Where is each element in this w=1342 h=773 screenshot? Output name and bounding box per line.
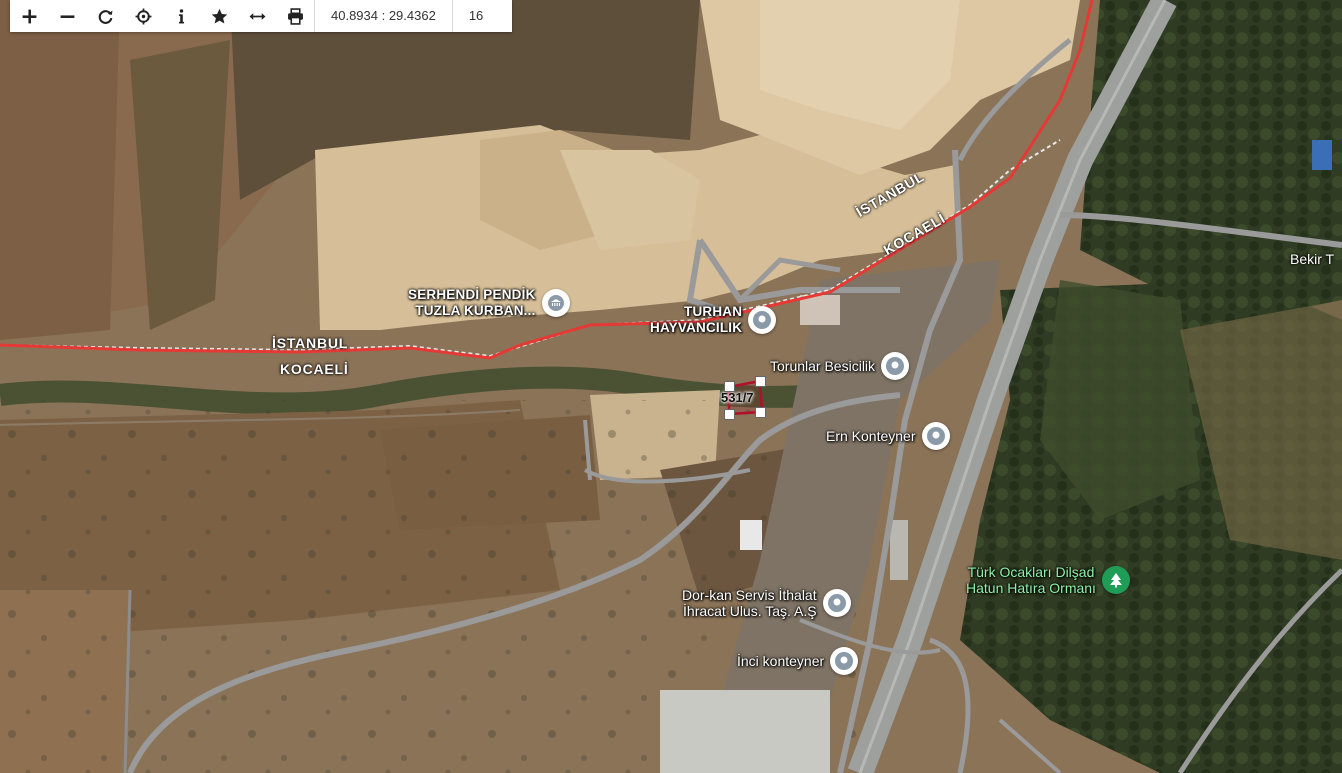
locate-icon bbox=[135, 8, 151, 24]
parcel-label: 531/7 bbox=[721, 390, 754, 405]
zoom-level-readout: 16 bbox=[468, 8, 484, 23]
poi-ern-konteyner[interactable]: Ern Konteyner bbox=[826, 422, 950, 450]
poi-dorkan[interactable]: Dor-kan Servis İthalat İhracat Ulus. Taş… bbox=[682, 587, 851, 619]
coordinate-readout: 40.8934 : 29.4362 bbox=[331, 8, 436, 23]
info-button[interactable] bbox=[162, 0, 200, 32]
boundary-label-kocaeli-lower: KOCAELİ bbox=[280, 361, 349, 377]
zoom-in-icon bbox=[22, 9, 36, 23]
print-button[interactable] bbox=[276, 0, 314, 32]
poi-label: Ern Konteyner bbox=[826, 428, 916, 444]
poi-label: TURHAN HAYVANCILIK bbox=[650, 304, 743, 335]
locate-button[interactable] bbox=[124, 0, 162, 32]
measure-icon bbox=[249, 12, 265, 20]
boundary-label-istanbul-lower: İSTANBUL bbox=[272, 335, 349, 351]
print-icon bbox=[287, 7, 303, 25]
poi-serhendi[interactable]: SERHENDİ PENDİK TUZLA KURBAN... bbox=[408, 287, 570, 319]
poi-torunlar[interactable]: Torunlar Besicilik bbox=[770, 352, 910, 380]
parcel-handle-bottom-right[interactable] bbox=[755, 407, 766, 418]
info-icon bbox=[178, 8, 184, 23]
satellite-map[interactable] bbox=[0, 0, 1342, 773]
zoom-in-button[interactable] bbox=[10, 0, 48, 32]
institution-icon bbox=[541, 289, 570, 317]
poi-inci-konteyner[interactable]: İnci konteyner bbox=[737, 647, 859, 675]
parcel-handle-top-right[interactable] bbox=[755, 376, 766, 387]
map-toolbar: 40.8934 : 29.4362 16 bbox=[10, 0, 512, 32]
poi-label: SERHENDİ PENDİK TUZLA KURBAN... bbox=[408, 287, 536, 318]
poi-label: İnci konteyner bbox=[737, 653, 825, 669]
location-pin-icon bbox=[830, 647, 859, 675]
road-label: Bekir T bbox=[1290, 251, 1335, 267]
refresh-button[interactable] bbox=[86, 0, 124, 32]
poi-label: Türk Ocakları Dilşad Hatun Hatıra Ormanı bbox=[966, 564, 1096, 596]
location-pin-icon bbox=[748, 306, 777, 334]
zoom-out-icon bbox=[60, 14, 74, 18]
zoom-out-button[interactable] bbox=[48, 0, 86, 32]
star-icon bbox=[211, 8, 227, 24]
poi-label: Dor-kan Servis İthalat İhracat Ulus. Taş… bbox=[682, 587, 817, 619]
location-pin-icon bbox=[921, 422, 950, 450]
parcel-handle-top-left[interactable] bbox=[724, 381, 735, 392]
favorite-button[interactable] bbox=[200, 0, 238, 32]
tree-icon bbox=[1101, 566, 1130, 594]
refresh-icon bbox=[98, 9, 112, 24]
location-pin-icon bbox=[822, 589, 851, 617]
parcel-handle-bottom-left[interactable] bbox=[724, 409, 735, 420]
location-pin-icon bbox=[881, 352, 910, 380]
measure-button[interactable] bbox=[238, 0, 276, 32]
poi-turhan[interactable]: TURHAN HAYVANCILIK bbox=[650, 304, 777, 336]
poi-label: Torunlar Besicilik bbox=[770, 358, 876, 374]
poi-turk-ocaklari-forest[interactable]: Türk Ocakları Dilşad Hatun Hatıra Ormanı bbox=[966, 564, 1130, 596]
